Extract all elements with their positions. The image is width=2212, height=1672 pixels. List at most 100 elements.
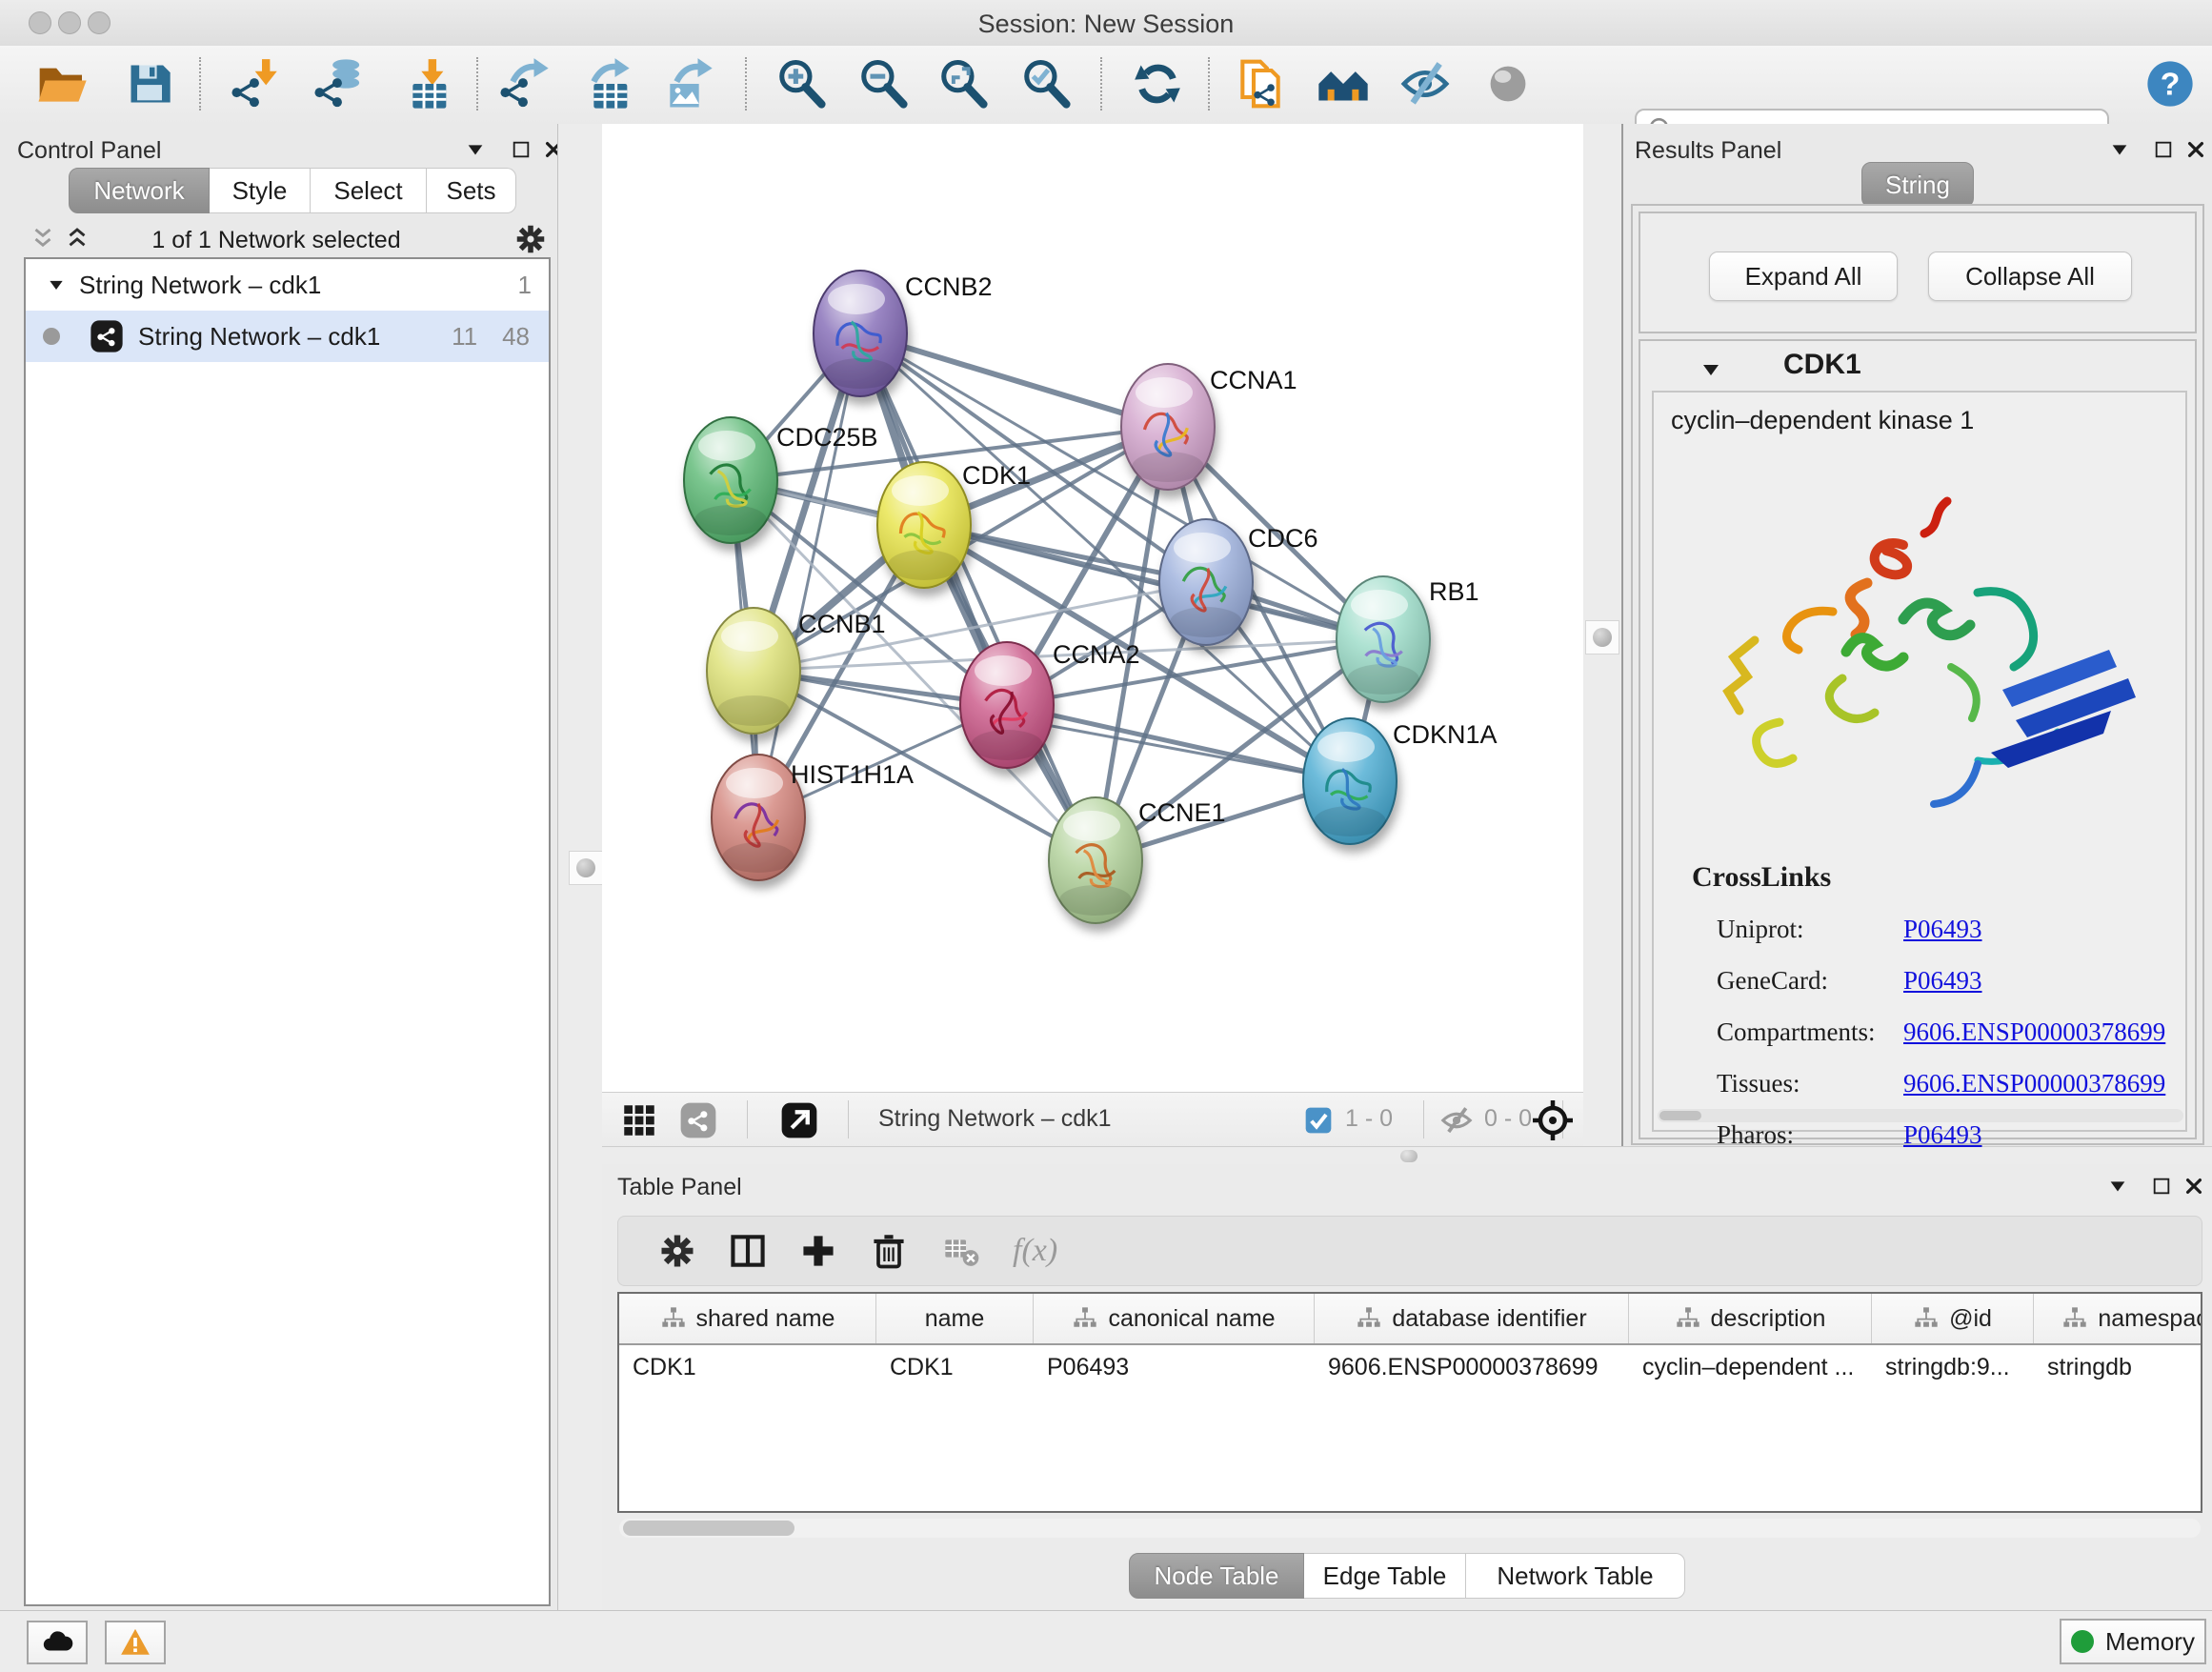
export-image-button[interactable]: [659, 55, 716, 112]
control-panel-menu-button[interactable]: [461, 135, 490, 164]
collapse-all-tree-icon[interactable]: [63, 225, 91, 253]
import-table-button[interactable]: [395, 55, 452, 112]
network-overview-icon[interactable]: [678, 1100, 718, 1140]
collapse-arrow-icon[interactable]: [47, 275, 66, 294]
panel-divider[interactable]: [557, 124, 603, 1610]
card-scrollbar[interactable]: [1658, 1109, 2183, 1122]
add-column-icon[interactable]: [797, 1230, 839, 1272]
show-all-button[interactable]: [1315, 55, 1372, 112]
network-row[interactable]: String Network – cdk1 11 48: [26, 311, 549, 362]
string-network-icon: [89, 318, 125, 354]
table-panel-float-button[interactable]: [2147, 1172, 2176, 1200]
network-node-HIST1H1A[interactable]: HIST1H1A: [712, 755, 914, 880]
network-edge[interactable]: [1007, 705, 1350, 781]
table-panel-menu-button[interactable]: [2103, 1172, 2132, 1200]
new-network-from-selection-button[interactable]: [1232, 55, 1289, 112]
function-builder-button[interactable]: f(x): [1013, 1233, 1057, 1269]
save-session-button[interactable]: [121, 55, 178, 112]
node-label-CDC6: CDC6: [1248, 524, 1318, 553]
results-panel-float-button[interactable]: [2149, 135, 2178, 164]
network-node-CCNB2[interactable]: CCNB2: [814, 271, 993, 396]
network-node-RB1[interactable]: RB1: [1337, 576, 1479, 702]
hidden-eye-icon[interactable]: [1438, 1103, 1475, 1138]
results-panel-close-button[interactable]: [2182, 135, 2210, 164]
crosslink-link[interactable]: 9606.ENSP00000378699: [1903, 1017, 2165, 1047]
export-network-button[interactable]: [495, 55, 553, 112]
network-node-CDK1[interactable]: CDK1: [877, 461, 1031, 588]
section-collapse-icon[interactable]: [1699, 358, 1722, 381]
float-window-icon: [2153, 139, 2174, 160]
network-graph[interactable]: CCNB2 CCNA1 CDC25B CDK1 CDC6: [602, 124, 1583, 1092]
table-row[interactable]: CDK1CDK1P064939606.ENSP00000378699cyclin…: [619, 1345, 2201, 1389]
cloud-status-button[interactable]: [27, 1621, 88, 1664]
network-node-CCNE1[interactable]: CCNE1: [1049, 797, 1226, 923]
grid-view-icon[interactable]: [619, 1100, 659, 1140]
divider-collapse-handle[interactable]: [1585, 620, 1619, 655]
zoom-selected-button[interactable]: [1017, 55, 1075, 112]
delete-column-icon[interactable]: [868, 1230, 910, 1272]
divider-collapse-handle[interactable]: [569, 851, 603, 885]
network-canvas[interactable]: CCNB2 CCNA1 CDC25B CDK1 CDC6: [602, 124, 1583, 1092]
show-hidden-button[interactable]: [1479, 55, 1537, 112]
selected-checkbox-icon[interactable]: [1303, 1105, 1334, 1136]
show-columns-icon[interactable]: [727, 1230, 769, 1272]
tab-network-table[interactable]: Network Table: [1466, 1553, 1685, 1599]
import-network-database-button[interactable]: [310, 55, 367, 112]
column-header-description[interactable]: description: [1629, 1294, 1872, 1343]
network-node-CDC25B[interactable]: CDC25B: [684, 417, 878, 543]
results-panel-divider[interactable]: [1583, 124, 1621, 1146]
expand-all-button[interactable]: Expand All: [1709, 252, 1898, 301]
zoom-in-button[interactable]: [773, 55, 830, 112]
separator: [747, 1100, 748, 1138]
crosslink-link[interactable]: P06493: [1903, 1120, 1982, 1150]
crosslink-link[interactable]: P06493: [1903, 915, 1982, 944]
gear-icon[interactable]: [513, 221, 549, 257]
memory-button[interactable]: Memory: [2060, 1619, 2206, 1664]
detach-view-icon[interactable]: [779, 1100, 819, 1140]
node-table: shared namenamecanonical namedatabase id…: [617, 1292, 2202, 1513]
results-panel-menu-button[interactable]: [2105, 135, 2134, 164]
table-horizontal-scrollbar[interactable]: [619, 1519, 2201, 1538]
apply-layout-button[interactable]: [1129, 55, 1186, 112]
help-button[interactable]: ?: [2142, 55, 2199, 112]
export-table-button[interactable]: [576, 55, 633, 112]
crosslink-label: GeneCard:: [1717, 966, 1903, 996]
table-panel-close-button[interactable]: [2180, 1172, 2208, 1200]
column-header-canonical-name[interactable]: canonical name: [1034, 1294, 1315, 1343]
column-header-database-identifier[interactable]: database identifier: [1315, 1294, 1629, 1343]
network-node-CDC6[interactable]: CDC6: [1159, 519, 1318, 645]
zoom-fit-button[interactable]: [935, 55, 992, 112]
crosslink-link[interactable]: 9606.ENSP00000378699: [1903, 1069, 2165, 1098]
crosslink-link[interactable]: P06493: [1903, 966, 1982, 996]
scrollbar-thumb[interactable]: [623, 1521, 794, 1536]
tab-sets[interactable]: Sets: [427, 168, 516, 213]
warnings-button[interactable]: [105, 1621, 166, 1664]
birdseye-icon[interactable]: [1530, 1098, 1576, 1143]
tab-style[interactable]: Style: [210, 168, 311, 213]
divider-handle[interactable]: [1400, 1150, 1418, 1162]
network-node-CDKN1A[interactable]: CDKN1A: [1303, 718, 1498, 844]
tab-select[interactable]: Select: [311, 168, 427, 213]
collapse-all-button[interactable]: Collapse All: [1928, 252, 2132, 301]
table-settings-icon[interactable]: [656, 1230, 698, 1272]
tab-node-table[interactable]: Node Table: [1129, 1553, 1304, 1599]
toolbar-separator: [1208, 57, 1210, 111]
toolbar-separator: [1100, 57, 1102, 111]
network-collection-row[interactable]: String Network – cdk1 1: [26, 259, 549, 311]
tab-network[interactable]: Network: [69, 168, 210, 213]
delete-table-icon[interactable]: [938, 1232, 984, 1270]
column-header-namespace[interactable]: namespace: [2034, 1294, 2202, 1343]
hide-selected-button[interactable]: [1397, 55, 1454, 112]
open-session-button[interactable]: [33, 55, 90, 112]
column-header-name[interactable]: name: [876, 1294, 1034, 1343]
column-header-shared-name[interactable]: shared name: [619, 1294, 876, 1343]
tab-string[interactable]: String: [1861, 162, 1974, 208]
column-header--id[interactable]: @id: [1872, 1294, 2034, 1343]
tab-edge-table[interactable]: Edge Table: [1304, 1553, 1466, 1599]
import-network-file-button[interactable]: [227, 55, 284, 112]
zoom-out-button[interactable]: [855, 55, 912, 112]
scrollbar-thumb[interactable]: [1659, 1111, 1701, 1120]
network-node-CCNB1[interactable]: CCNB1: [707, 608, 886, 734]
expand-all-tree-icon[interactable]: [29, 225, 57, 253]
control-panel-float-button[interactable]: [507, 135, 535, 164]
